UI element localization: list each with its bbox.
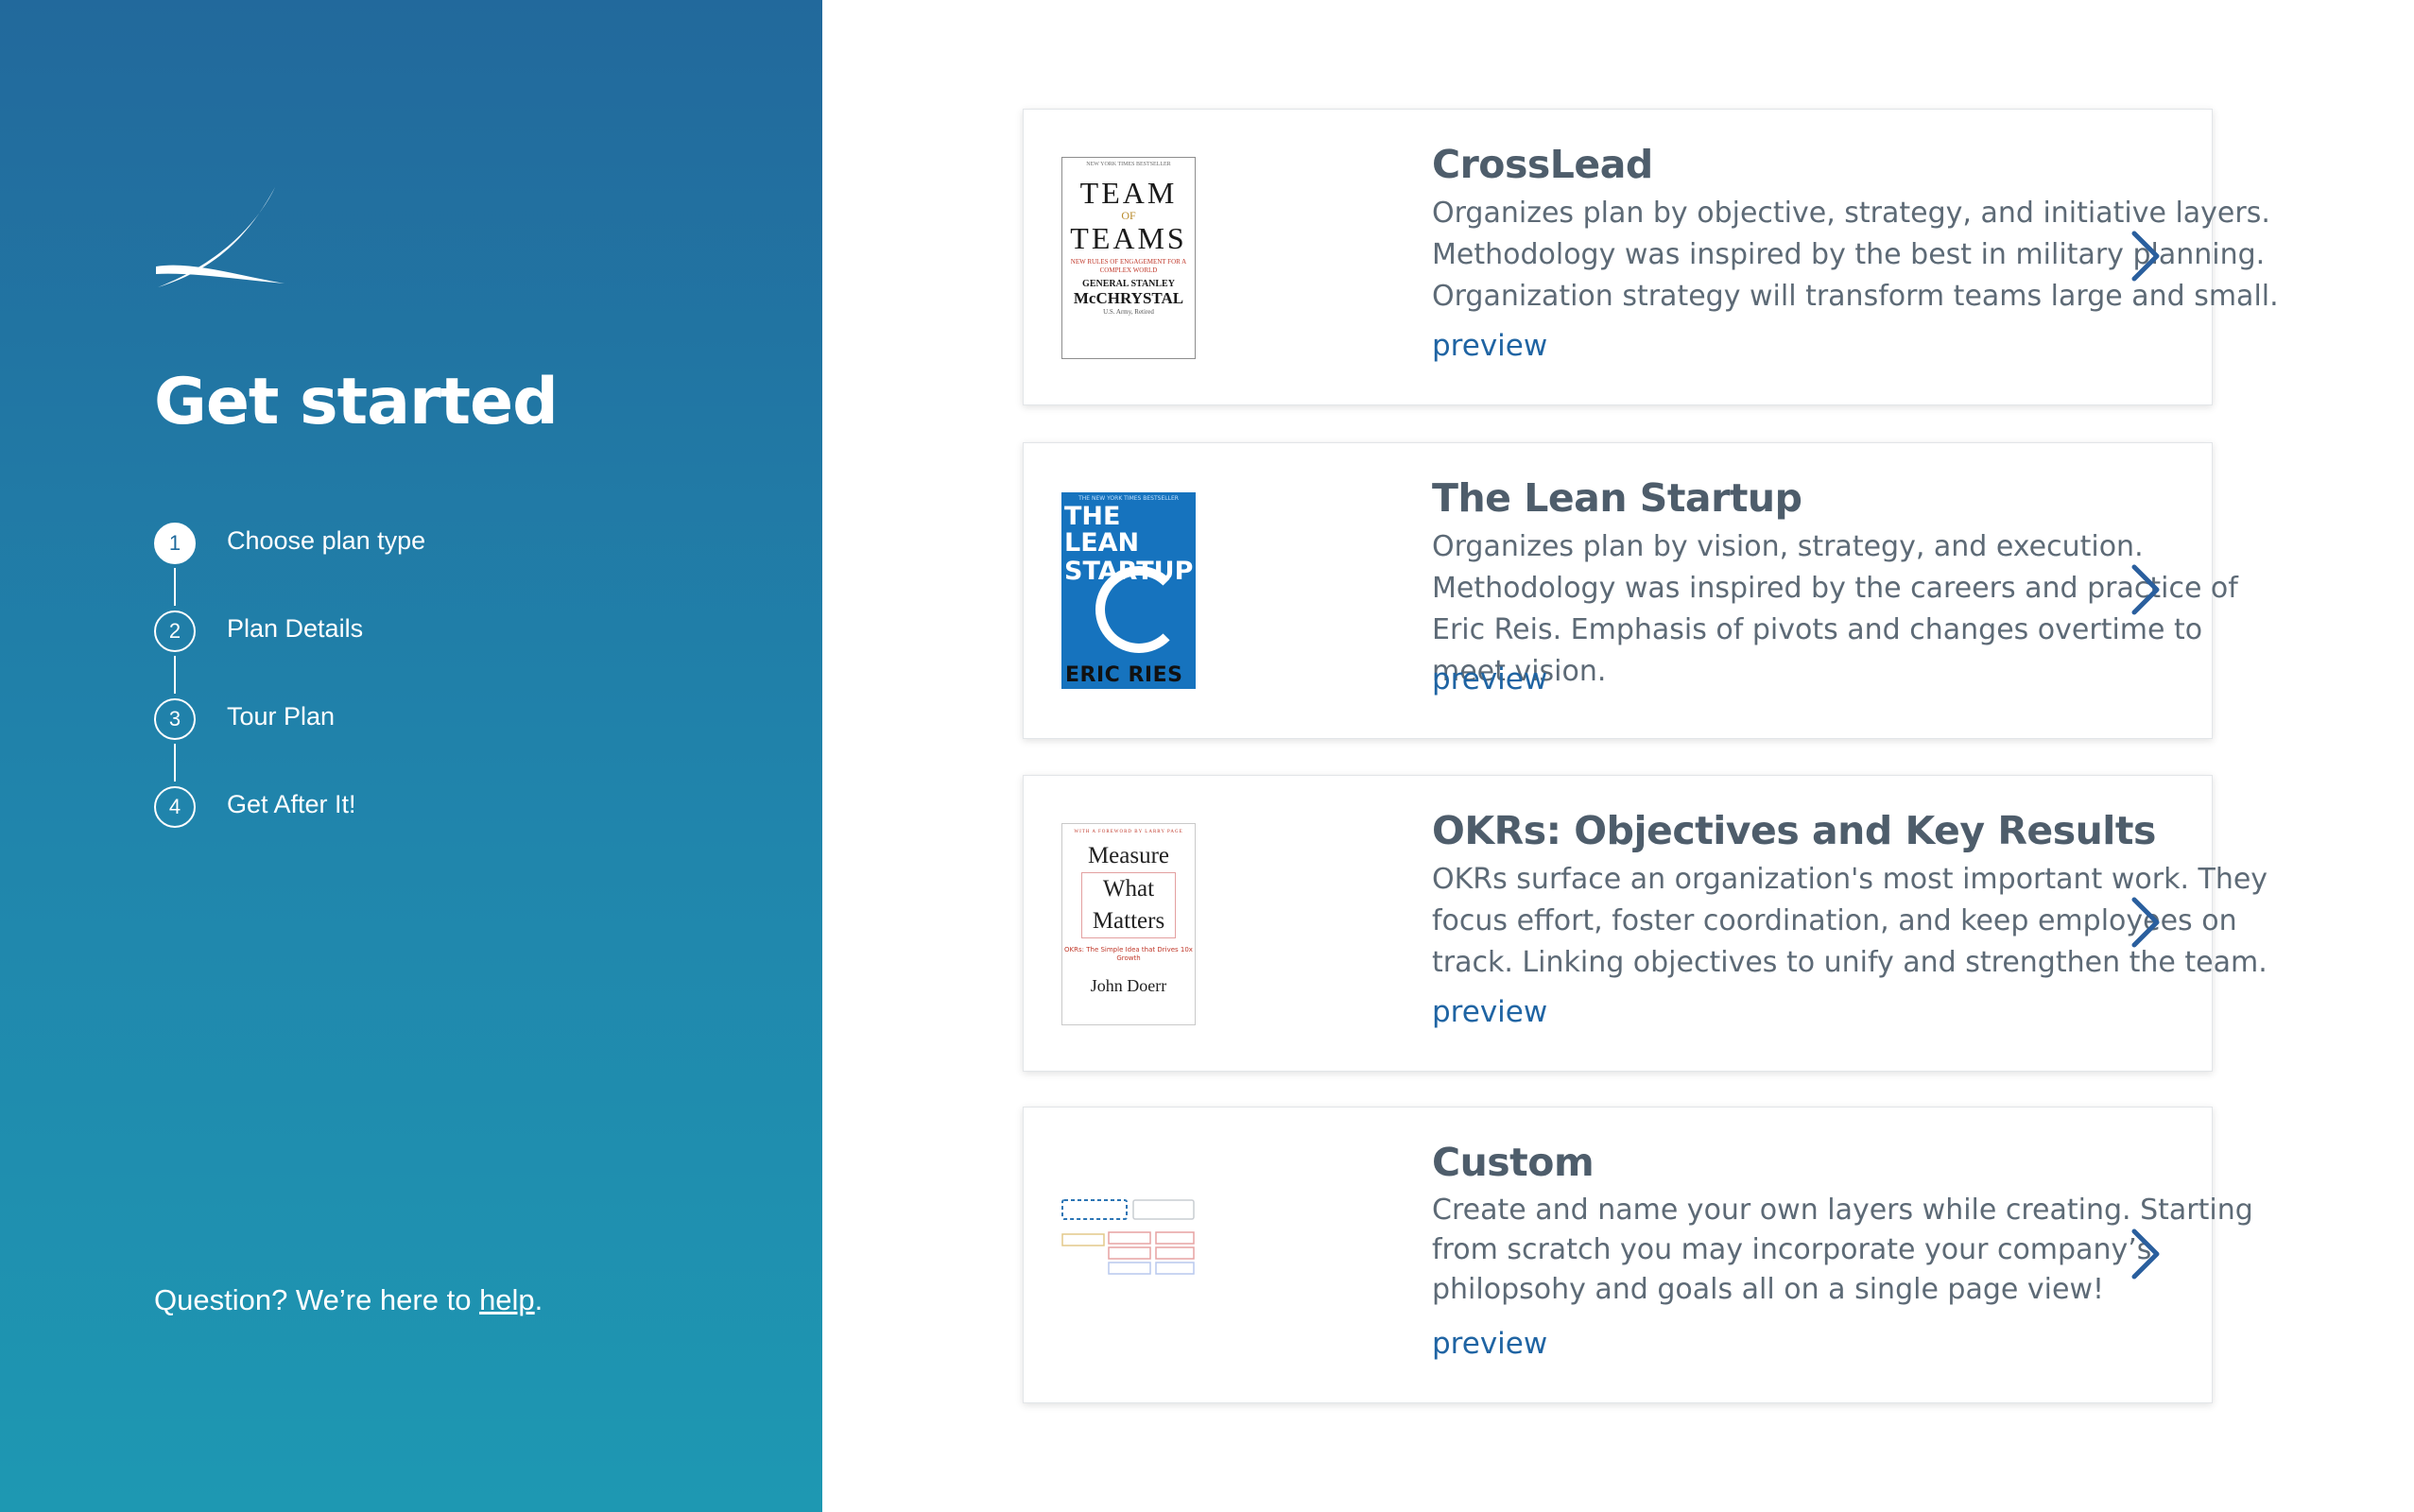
preview-link[interactable]: preview — [1432, 329, 1547, 363]
cover-tagline: NEW RULES OF ENGAGEMENT FOR A COMPLEX WO… — [1070, 258, 1187, 274]
preview-link[interactable]: preview — [1432, 1327, 1547, 1361]
team-of-teams-book-cover: NEW YORK TIMES BESTSELLER TEAM OF TEAMS … — [1061, 157, 1196, 359]
cover-author-rank: U.S. Army, Retired — [1103, 308, 1154, 316]
cover-title-line: TEAM — [1079, 176, 1178, 210]
cover-author-title: GENERAL STANLEY — [1082, 279, 1175, 289]
chevron-right-icon[interactable] — [2129, 1228, 2163, 1280]
help-suffix: . — [534, 1283, 543, 1316]
step-connector — [174, 744, 176, 782]
step-connector — [174, 656, 176, 694]
help-prefix: Question? We’re here to — [154, 1283, 480, 1316]
chevron-right-icon[interactable] — [2129, 230, 2163, 283]
help-link[interactable]: help — [479, 1283, 535, 1316]
step-label: Plan Details — [227, 614, 364, 643]
cover-title-line: OF — [1121, 209, 1136, 222]
preview-link[interactable]: preview — [1432, 662, 1547, 696]
plan-card-okrs[interactable]: WITH A FOREWORD BY LARRY PAGE Measure Wh… — [1023, 775, 2267, 1072]
cover-title-line: Matters — [1092, 908, 1165, 934]
chevron-right-icon[interactable] — [2129, 563, 2163, 616]
plan-card-crosslead[interactable]: NEW YORK TIMES BESTSELLER TEAM OF TEAMS … — [1023, 109, 2279, 405]
step-label: Get After It! — [227, 790, 356, 818]
cover-author: ERIC RIES — [1065, 663, 1183, 687]
plan-title: Custom — [1432, 1140, 1595, 1185]
custom-layout-icon — [1061, 1199, 1195, 1275]
sidebar: Get started 1 Choose plan type 2 Plan De… — [0, 0, 822, 1512]
plan-card-custom[interactable]: Custom Create and name your own layers w… — [1023, 1107, 2253, 1403]
plan-title: OKRs: Objectives and Key Results — [1432, 808, 2156, 853]
cover-title-line: What — [1102, 876, 1155, 902]
cover-subtitle: OKRs: The Simple Idea that Drives 10x Gr… — [1064, 946, 1193, 962]
cover-title-line: TEAMS — [1070, 221, 1187, 255]
cover-author: John Doerr — [1090, 976, 1167, 995]
lean-startup-book-cover: THE NEW YORK TIMES BESTSELLER THE LEAN S… — [1061, 492, 1196, 689]
plan-title: The Lean Startup — [1432, 475, 1802, 521]
measure-what-matters-book-cover: WITH A FOREWORD BY LARRY PAGE Measure Wh… — [1061, 823, 1196, 1025]
swoosh-logo-icon — [156, 187, 285, 287]
cover-title-line: THE LEAN — [1064, 502, 1140, 558]
help-text: Question? We’re here to help. — [154, 1283, 543, 1317]
step-number: 4 — [154, 786, 196, 828]
preview-link[interactable]: preview — [1432, 995, 1547, 1029]
cover-top-text: THE NEW YORK TIMES BESTSELLER — [1078, 495, 1179, 502]
cover-top-text: WITH A FOREWORD BY LARRY PAGE — [1074, 830, 1183, 834]
step-number: 3 — [154, 698, 196, 740]
cover-top-text: NEW YORK TIMES BESTSELLER — [1086, 162, 1171, 167]
chevron-right-icon[interactable] — [2129, 896, 2163, 949]
cover-title-line: STARTUP — [1064, 557, 1194, 586]
cover-title-box: What Matters — [1081, 872, 1176, 938]
step-number: 2 — [154, 610, 196, 652]
cover-author-name: McCHRYSTAL — [1073, 289, 1184, 307]
plan-type-list: NEW YORK TIMES BESTSELLER TEAM OF TEAMS … — [822, 0, 2414, 1512]
step-connector — [174, 568, 176, 606]
step-number: 1 — [154, 523, 196, 564]
plan-card-lean-startup[interactable]: THE NEW YORK TIMES BESTSELLER THE LEAN S… — [1023, 442, 2238, 739]
plan-title: CrossLead — [1432, 142, 1653, 187]
step-label: Choose plan type — [227, 526, 426, 555]
cover-title-line: Measure — [1087, 843, 1170, 868]
page-title: Get started — [154, 365, 559, 439]
step-label: Tour Plan — [227, 702, 336, 730]
